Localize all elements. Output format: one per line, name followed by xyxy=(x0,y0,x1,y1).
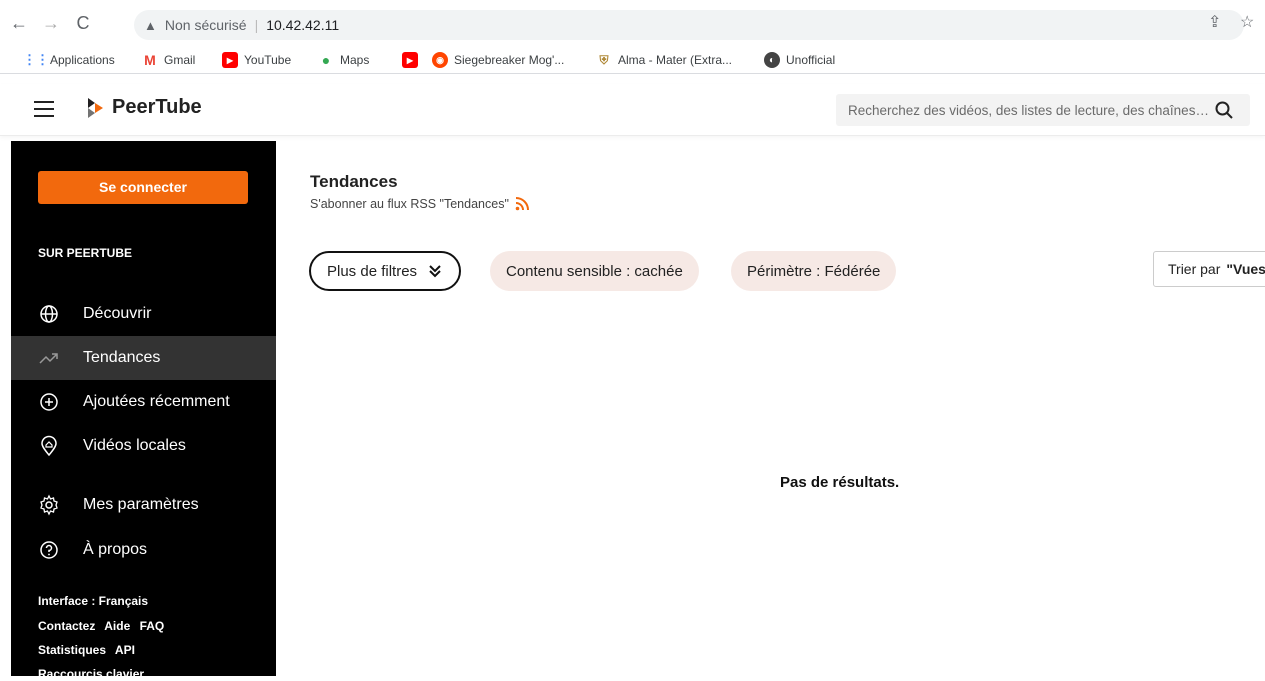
youtube-icon: ▶ xyxy=(222,52,238,68)
more-filters-button[interactable]: Plus de filtres xyxy=(309,251,462,291)
sidebar-item-discover[interactable]: Découvrir xyxy=(11,292,276,336)
app-name: PeerTube xyxy=(112,96,202,118)
sidebar-item-label: Vidéos locales xyxy=(83,437,186,454)
forward-icon[interactable]: → xyxy=(40,12,62,34)
contact-link[interactable]: Contactez xyxy=(38,619,95,633)
bookmark-label: Maps xyxy=(340,53,370,67)
help-circle-icon xyxy=(40,541,58,559)
bookmarks-bar: ⋮⋮ Applications M Gmail ▶ YouTube ● Maps… xyxy=(0,48,1265,74)
sidebar-item-label: Ajoutées récemment xyxy=(83,393,230,410)
bookmark-label: YouTube xyxy=(244,53,292,67)
app-header: PeerTube Recherchez des vidéos, des list… xyxy=(0,84,1265,136)
rss-subscribe-link[interactable]: S'abonner au flux RSS "Tendances" xyxy=(310,197,529,211)
sort-prefix: Trier par xyxy=(1168,261,1221,277)
section-title: SUR PEERTUBE xyxy=(38,246,133,260)
maps-icon: ● xyxy=(321,52,331,68)
sidebar-item-label: Tendances xyxy=(83,349,161,366)
sidebar-item-label: Découvrir xyxy=(83,305,152,322)
shield-icon: ⛨ xyxy=(599,52,609,67)
scope-filter-label: Périmètre : Fédérée xyxy=(747,262,881,280)
bookmark-label: Gmail xyxy=(164,53,196,67)
bookmark-label: Unofficial xyxy=(786,53,836,67)
star-icon[interactable]: ☆ xyxy=(1240,12,1254,32)
trending-icon xyxy=(39,353,58,364)
interface-language[interactable]: Interface : Français xyxy=(38,594,148,608)
address-bar[interactable]: ▲ Non sécurisé | 10.42.42.11 xyxy=(134,10,1244,40)
share-icon[interactable]: ⇪ xyxy=(1208,12,1221,32)
sidebar-item-recent[interactable]: Ajoutées récemment xyxy=(11,380,276,424)
sidebar-item-about[interactable]: À propos xyxy=(11,528,276,572)
bookmark-maps[interactable]: ● Maps xyxy=(318,52,370,68)
bookmark-youtube-2[interactable]: ▶ xyxy=(402,52,424,68)
browser-toolbar: ← → C ▲ Non sécurisé | 10.42.42.11 ⇪ ☆ xyxy=(0,0,1265,48)
globe-icon: ◐ xyxy=(764,52,780,68)
bookmark-siegebreaker[interactable]: ◉ Siegebreaker Mog'... xyxy=(432,52,564,68)
divider: | xyxy=(254,17,259,33)
footer-links-row-3: Raccourcis clavier xyxy=(38,667,150,681)
sensitive-content-filter[interactable]: Contenu sensible : cachée xyxy=(490,251,699,291)
shortcuts-link[interactable]: Raccourcis clavier xyxy=(38,667,144,681)
apps-grid-icon: ⋮⋮ xyxy=(23,52,49,67)
gear-icon xyxy=(40,494,58,516)
footer-links-row-1: Contactez Aide FAQ xyxy=(38,619,170,633)
globe-icon xyxy=(40,305,58,323)
sensitive-filter-label: Contenu sensible : cachée xyxy=(506,262,683,280)
footer-links-row-2: Statistiques API xyxy=(38,643,141,657)
bookmark-label: Siegebreaker Mog'... xyxy=(454,53,565,67)
rss-icon[interactable] xyxy=(515,197,529,211)
sidebar: Se connecter SUR PEERTUBE Découvrir Tend… xyxy=(11,141,276,681)
stats-link[interactable]: Statistiques xyxy=(38,643,106,657)
sidebar-item-label: Mes paramètres xyxy=(83,496,199,513)
bookmark-gmail[interactable]: M Gmail xyxy=(142,52,195,68)
empty-state-message: Pas de résultats. xyxy=(780,474,900,491)
sidebar-item-label: À propos xyxy=(83,541,148,558)
sort-value: "Vues" xyxy=(1226,261,1265,277)
bookmark-label: Applications xyxy=(50,53,115,67)
peertube-logo[interactable]: PeerTube xyxy=(86,96,202,119)
search-placeholder: Recherchez des vidéos, des listes de lec… xyxy=(848,102,1209,118)
security-label[interactable]: Non sécurisé xyxy=(165,17,247,33)
bookmark-alma-mater[interactable]: ⛨ Alma - Mater (Extra... xyxy=(596,52,732,68)
gmail-icon: M xyxy=(144,52,156,68)
back-icon[interactable]: ← xyxy=(8,12,30,34)
scope-filter[interactable]: Périmètre : Fédérée xyxy=(731,251,897,291)
login-button[interactable]: Se connecter xyxy=(38,171,248,204)
double-chevron-down-icon xyxy=(429,265,441,278)
bookmark-applications[interactable]: ⋮⋮ Applications xyxy=(23,52,115,68)
page-title: Tendances xyxy=(310,172,398,191)
warning-icon[interactable]: ▲ xyxy=(144,18,157,33)
reload-icon[interactable]: C xyxy=(72,12,94,34)
home-pin-icon xyxy=(41,435,57,457)
bookmark-unofficial[interactable]: ◐ Unofficial xyxy=(764,52,835,68)
rss-text[interactable]: S'abonner au flux RSS "Tendances" xyxy=(310,197,509,211)
sidebar-item-local[interactable]: Vidéos locales xyxy=(11,424,276,468)
search-input[interactable]: Recherchez des vidéos, des listes de lec… xyxy=(836,94,1250,126)
sort-select[interactable]: Trier par "Vues" xyxy=(1153,251,1265,287)
api-link[interactable]: API xyxy=(115,643,135,657)
youtube-icon: ▶ xyxy=(402,52,418,68)
search-icon[interactable] xyxy=(1214,100,1234,120)
menu-icon[interactable] xyxy=(34,101,54,119)
peertube-logo-icon xyxy=(88,97,103,118)
bookmark-youtube[interactable]: ▶ YouTube xyxy=(222,52,291,68)
sidebar-item-trending[interactable]: Tendances xyxy=(11,336,276,380)
interface-language-link[interactable]: Interface : Français xyxy=(38,594,154,608)
sidebar-item-settings[interactable]: Mes paramètres xyxy=(11,483,276,527)
faq-link[interactable]: FAQ xyxy=(140,619,165,633)
more-filters-label: Plus de filtres xyxy=(327,262,418,280)
plus-circle-icon xyxy=(40,393,58,411)
bookmark-label: Alma - Mater (Extra... xyxy=(618,53,733,67)
reddit-icon: ◉ xyxy=(432,52,448,68)
help-link[interactable]: Aide xyxy=(104,619,130,633)
url-text[interactable]: 10.42.42.11 xyxy=(266,17,339,33)
